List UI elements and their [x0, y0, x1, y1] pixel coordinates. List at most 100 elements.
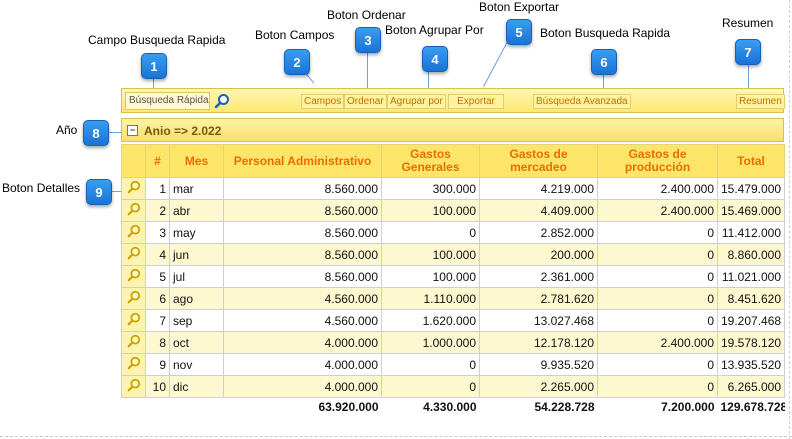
fields-button[interactable]: Campos: [301, 94, 345, 109]
table-row: 7 sep 4.560.000 1.620.000 13.027.468 0 19.207.…: [121, 309, 785, 332]
callout-badge-7: 7: [735, 39, 761, 65]
detail-button[interactable]: [121, 353, 146, 376]
header-cell[interactable]: Total: [717, 144, 785, 178]
table-cell: 2.400.000: [597, 177, 718, 200]
detail-button[interactable]: [121, 265, 146, 288]
table-cell: 100.000: [381, 199, 480, 222]
table-cell: 6: [145, 287, 170, 310]
callout-badge-5: 5: [506, 19, 532, 45]
table-cell: 0: [597, 265, 718, 288]
header-cell[interactable]: Gastos de producción: [597, 144, 718, 178]
collapse-toggle-icon[interactable]: −: [127, 125, 138, 136]
table-cell: jul: [169, 265, 224, 288]
callout-badge-4: 4: [422, 46, 448, 72]
detail-button[interactable]: [121, 375, 146, 398]
total-cell: 63.920.000: [223, 397, 382, 415]
table-cell: 0: [597, 309, 718, 332]
table-cell: 11.021.000: [717, 265, 785, 288]
page-divider: [0, 436, 792, 437]
table-cell: 5: [145, 265, 170, 288]
detail-button[interactable]: [121, 331, 146, 354]
table-row: 1 mar 8.560.000 300.000 4.219.000 2.400.000 15…: [121, 177, 785, 200]
header-cell[interactable]: #: [145, 144, 170, 178]
table-cell: 4.409.000: [479, 199, 598, 222]
table-cell: may: [169, 221, 224, 244]
table-cell: 3: [145, 221, 170, 244]
table-cell: 4: [145, 243, 170, 266]
table-cell: ago: [169, 287, 224, 310]
table-cell: nov: [169, 353, 224, 376]
table-row: 2 abr 8.560.000 100.000 4.409.000 2.400.000 15…: [121, 199, 785, 222]
header-cell[interactable]: Gastos Generales: [381, 144, 480, 178]
callout-label-search-field: Campo Busqueda Rapida: [88, 33, 226, 47]
detail-button[interactable]: [121, 309, 146, 332]
callout-badge-6: 6: [591, 49, 617, 75]
magnifier-icon[interactable]: [127, 356, 141, 373]
header-cell[interactable]: Personal Administrativo: [223, 144, 382, 178]
table-cell: 19.578.120: [717, 331, 785, 354]
magnifier-icon[interactable]: [127, 224, 141, 241]
table-cell: oct: [169, 331, 224, 354]
callout-label-details-button: Boton Detalles: [2, 181, 81, 195]
header-cell[interactable]: Mes: [169, 144, 224, 178]
grid-header-row: # Mes Personal Administrativo Gastos Gen…: [121, 144, 785, 178]
table-cell: 13.935.520: [717, 353, 785, 376]
table-cell: 2.265.000: [479, 375, 598, 398]
table-cell: 8.860.000: [717, 243, 785, 266]
header-detail: [121, 144, 146, 178]
quick-search-input[interactable]: Búsqueda Rápida: [125, 92, 210, 110]
detail-button[interactable]: [121, 177, 146, 200]
detail-button[interactable]: [121, 199, 146, 222]
table-row: 4 jun 8.560.000 100.000 200.000 0 8.860.000: [121, 243, 785, 266]
table-cell: 4.000.000: [223, 331, 382, 354]
table-cell: 0: [381, 375, 480, 398]
table-cell: 100.000: [381, 243, 480, 266]
callout-badge-9: 9: [86, 179, 112, 205]
total-cell: 54.228.728: [479, 397, 598, 415]
table-row: 6 ago 4.560.000 1.110.000 2.781.620 0 8.451.62…: [121, 287, 785, 310]
table-cell: 1: [145, 177, 170, 200]
table-cell: 8.560.000: [223, 243, 382, 266]
callout-label-group-button: Boton Agrupar Por: [385, 23, 484, 37]
callout-label-sort-button: Boton Ordenar: [327, 8, 406, 22]
table-cell: 1.110.000: [381, 287, 480, 310]
table-cell: 0: [381, 221, 480, 244]
magnifier-icon[interactable]: [127, 180, 141, 197]
export-button[interactable]: Exportar: [448, 94, 504, 109]
magnifier-icon[interactable]: [127, 334, 141, 351]
magnifier-icon[interactable]: [127, 246, 141, 263]
table-cell: 0: [597, 221, 718, 244]
magnifier-icon[interactable]: [127, 268, 141, 285]
detail-button[interactable]: [121, 287, 146, 310]
detail-button[interactable]: [121, 221, 146, 244]
magnifier-icon[interactable]: [127, 202, 141, 219]
summary-button[interactable]: Resumen: [736, 94, 785, 109]
table-cell: mar: [169, 177, 224, 200]
table-cell: 0: [597, 243, 718, 266]
table-cell: 13.027.468: [479, 309, 598, 332]
totals-row: 63.920.000 4.330.000 54.228.728 7.200.000 12…: [121, 397, 785, 415]
leader-line: [748, 62, 749, 90]
sort-button[interactable]: Ordenar: [344, 94, 387, 109]
table-row: 8 oct 4.000.000 1.000.000 12.178.120 2.400.00…: [121, 331, 785, 354]
table-cell: 4.560.000: [223, 287, 382, 310]
table-cell: 2.781.620: [479, 287, 598, 310]
total-cell: 7.200.000: [597, 397, 718, 415]
detail-button[interactable]: [121, 243, 146, 266]
table-cell: 2.400.000: [597, 331, 718, 354]
grid-toolbar: Búsqueda Rápida Campos Ordenar Agrupar p…: [121, 88, 785, 113]
table-cell: 8.560.000: [223, 177, 382, 200]
table-cell: 19.207.468: [717, 309, 785, 332]
total-cell: 4.330.000: [381, 397, 480, 415]
page-divider: [789, 0, 790, 439]
table-cell: 0: [597, 287, 718, 310]
magnifier-icon[interactable]: [214, 93, 230, 109]
magnifier-icon[interactable]: [127, 290, 141, 307]
table-cell: abr: [169, 199, 224, 222]
group-by-button[interactable]: Agrupar por: [387, 94, 446, 109]
callout-badge-8: 8: [83, 120, 109, 146]
header-cell[interactable]: Gastos de mercadeo: [479, 144, 598, 178]
advanced-search-button[interactable]: Búsqueda Avanzada: [533, 94, 631, 109]
magnifier-icon[interactable]: [127, 378, 141, 395]
magnifier-icon[interactable]: [127, 312, 141, 329]
